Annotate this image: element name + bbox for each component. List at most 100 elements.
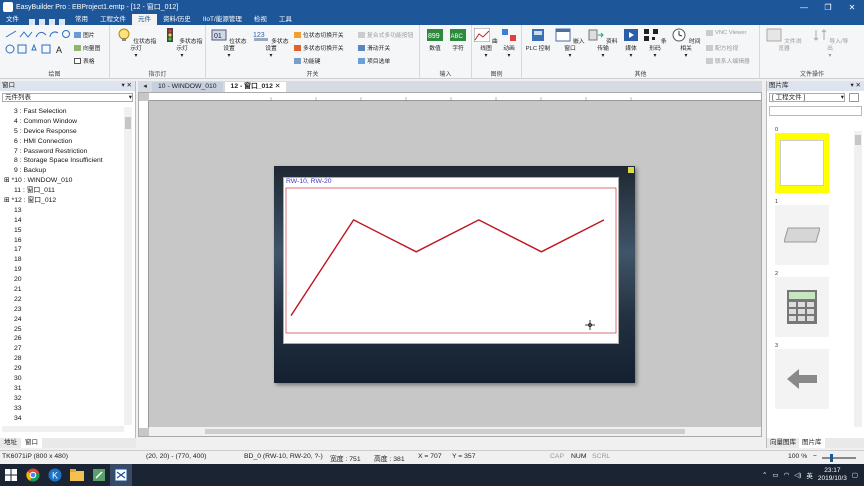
taskbar-easybuilder[interactable] <box>110 464 132 486</box>
window-panel-controls[interactable]: ▾ ✕ <box>121 81 135 91</box>
data-transfer-button[interactable]: 资料传输 ▾ <box>588 28 618 60</box>
library-item-0[interactable]: 0 <box>775 127 829 193</box>
plc-control-button[interactable]: PLC 控制 <box>524 28 552 53</box>
combo-button[interactable]: 复合式多功能按钮 <box>358 30 413 39</box>
item-list-button[interactable]: 项目选单 <box>358 56 390 65</box>
library-source-dropdown[interactable]: [ 工程文件 ] ▾ <box>769 93 845 102</box>
tab-window-010[interactable]: 10 - WINDOW_010 <box>152 82 223 92</box>
taskbar-clock[interactable]: 23:17 2019/10/3 <box>818 467 847 483</box>
tree-item[interactable]: 13 <box>0 206 124 216</box>
tree-item[interactable]: 6 : HMI Connection <box>0 137 124 147</box>
table-button[interactable]: 表格 <box>74 56 95 65</box>
tree-item[interactable]: 20 <box>0 275 124 285</box>
maximize-button[interactable]: ❐ <box>816 3 840 12</box>
tab-vector-library[interactable]: 向量图库 <box>767 438 799 448</box>
tree-item[interactable]: 32 <box>0 394 124 404</box>
trend-display-object[interactable]: RW-10, RW-20 <box>283 177 619 344</box>
tree-item[interactable]: 18 <box>0 255 124 265</box>
tray-expand-icon[interactable]: ⌃ <box>762 471 767 479</box>
tree-item[interactable]: 24 <box>0 315 124 325</box>
tree-item[interactable]: 27 <box>0 344 124 354</box>
design-workspace[interactable]: RW-10, RW-20 <box>138 92 762 437</box>
draw-shapes-icon[interactable]: A <box>4 29 70 55</box>
tree-item[interactable]: 7 : Password Restriction <box>0 147 124 157</box>
tree-item[interactable]: 23 <box>0 305 124 315</box>
tab-window[interactable]: 窗口 <box>21 438 42 448</box>
tab-scroll-left-icon[interactable]: ◂ <box>138 82 152 92</box>
menu-tools[interactable]: 工具 <box>273 14 298 25</box>
taskbar-app-green[interactable] <box>88 464 110 486</box>
tree-item[interactable]: 19 <box>0 265 124 275</box>
picture-button[interactable]: 图片 <box>74 30 95 39</box>
tree-item[interactable]: 17 <box>0 245 124 255</box>
bit-toggle-button[interactable]: 位状态切换开关 <box>294 30 344 39</box>
tree-item[interactable]: 3 : Fast Selection <box>0 107 124 117</box>
expand-icon[interactable]: ⊞ <box>4 197 12 204</box>
tree-item[interactable]: 29 <box>0 364 124 374</box>
menu-iiot[interactable]: IIoT/能源管理 <box>197 14 248 25</box>
taskbar-chrome[interactable] <box>22 464 44 486</box>
library-item-1[interactable]: 1 <box>775 199 829 265</box>
menu-data-history[interactable]: 资料/历史 <box>157 14 197 25</box>
tree-item[interactable]: 14 <box>0 216 124 226</box>
tree-item[interactable]: 11 : 窗口_011 <box>0 186 124 196</box>
taskbar-explorer[interactable] <box>66 464 88 486</box>
taskbar-k-app[interactable]: K <box>44 464 66 486</box>
library-item-2[interactable]: 2 <box>775 271 829 337</box>
animation-button[interactable]: 动画 ▾ <box>498 28 520 60</box>
library-settings-icon[interactable] <box>849 93 859 102</box>
picture-library-controls[interactable]: ▾ ✕ <box>850 81 864 91</box>
contact-editor-button[interactable]: 联系人编辑器 <box>706 56 750 65</box>
battery-icon[interactable]: ▭ <box>772 471 778 479</box>
vector-button[interactable]: 向量图 <box>74 43 100 52</box>
zoom-slider[interactable] <box>822 454 856 462</box>
tab-picture-library[interactable]: 图片库 <box>799 438 825 448</box>
start-button[interactable] <box>0 464 22 486</box>
close-tab-icon[interactable]: ✕ <box>275 83 281 90</box>
tree-item[interactable]: 26 <box>0 334 124 344</box>
notification-icon[interactable]: ▢ <box>852 471 858 479</box>
hmi-window-canvas[interactable]: RW-10, RW-20 <box>274 166 635 383</box>
ime-indicator[interactable]: 英 <box>806 470 813 480</box>
tree-item[interactable]: 5 : Device Response <box>0 127 124 137</box>
character-button[interactable]: ABC 字符 <box>447 28 469 53</box>
tree-item[interactable]: 8 : Storage Space Insufficient <box>0 156 124 166</box>
tree-item[interactable]: 25 <box>0 325 124 335</box>
tree-item[interactable]: 30 <box>0 374 124 384</box>
tab-window-012[interactable]: 12 - 窗口_012 ✕ <box>224 82 287 92</box>
multi-lamp-button[interactable]: 多状态指示灯 ▾ <box>160 28 204 60</box>
bit-set-button[interactable]: 01 位状态设置 ▾ <box>210 28 248 60</box>
volume-icon[interactable]: ◁) <box>794 471 801 479</box>
menu-objects[interactable]: 元件 <box>132 14 157 25</box>
library-item-3[interactable]: 3 <box>775 343 829 409</box>
tree-item[interactable]: 21 <box>0 285 124 295</box>
tree-item[interactable]: 15 <box>0 226 124 236</box>
bit-lamp-button[interactable]: 位状态指示灯 ▾ <box>114 28 158 60</box>
menu-project[interactable]: 工程文件 <box>94 14 132 25</box>
network-icon[interactable]: ◠ <box>784 471 790 479</box>
file-browser-button[interactable]: 文件浏览器 <box>764 28 804 53</box>
recipe-view-button[interactable]: 配方检视 <box>706 43 738 52</box>
menu-file[interactable]: 文件 <box>0 14 25 25</box>
expand-icon[interactable]: ⊞ <box>4 177 12 184</box>
tree-item[interactable]: 34 <box>0 414 124 424</box>
tree-vertical-scrollbar[interactable] <box>124 107 132 425</box>
tree-item[interactable]: ⊞ *10 : WINDOW_010 <box>0 176 124 186</box>
zoom-slider-thumb[interactable] <box>830 454 833 462</box>
menu-home[interactable]: 常用 <box>69 14 94 25</box>
library-scroll-thumb[interactable] <box>855 135 861 145</box>
tree-scroll-thumb[interactable] <box>125 117 131 129</box>
zoom-out-icon[interactable]: − <box>813 453 817 460</box>
trend-button[interactable]: 曲线图 ▾ <box>473 27 498 60</box>
library-vertical-scrollbar[interactable] <box>854 131 862 427</box>
library-filter-input[interactable] <box>769 106 862 116</box>
tree-item[interactable]: 22 <box>0 295 124 305</box>
word-set-button[interactable]: 123 多状态设置 ▾ <box>252 28 290 60</box>
resize-handle-icon[interactable] <box>627 166 635 174</box>
tree-horizontal-scrollbar[interactable] <box>2 426 124 432</box>
barcode-button[interactable]: 条形码 ▾ <box>642 28 668 60</box>
popup-window-button[interactable]: 嵌入窗口 ▾ <box>554 28 586 60</box>
media-button[interactable]: 媒体 ▾ <box>620 28 642 60</box>
func-key-button[interactable]: 功能键 <box>294 56 320 65</box>
slide-switch-button[interactable]: 滑动开关 <box>358 43 390 52</box>
